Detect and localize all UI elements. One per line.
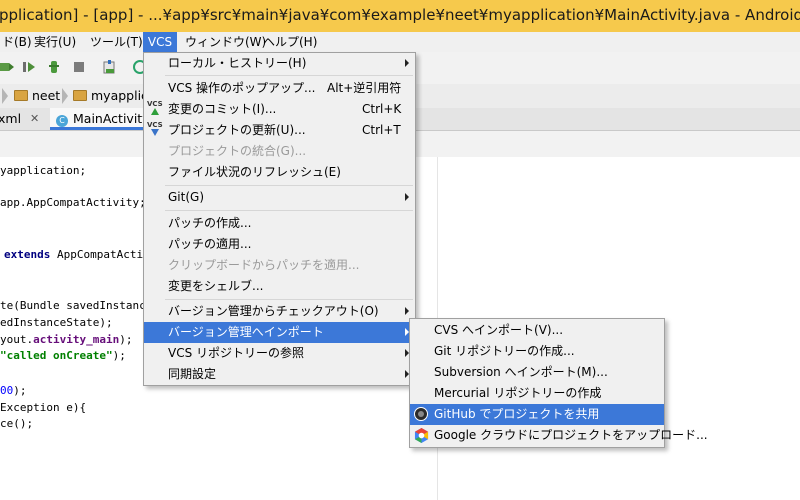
debug-icon[interactable] [0, 60, 14, 74]
github-icon [414, 407, 428, 421]
code-line: te(Bundle savedInstanceS [0, 299, 159, 312]
menu-item-apply-patch[interactable]: パッチの適用... [144, 234, 415, 255]
code-line: edInstanceState); [0, 316, 113, 329]
stop-icon[interactable] [72, 60, 86, 74]
menu-item-refresh-file-status[interactable]: ファイル状況のリフレッシュ(E) [144, 162, 415, 183]
menu-item-create-git-repository[interactable]: Git リポジトリーの作成... [410, 341, 664, 362]
run-tests-icon[interactable] [47, 60, 61, 74]
submenu-arrow-icon [405, 193, 409, 201]
breadcrumb-separator-icon [62, 88, 68, 104]
code-line: ce(); [0, 417, 34, 430]
menu-item-commit-changes[interactable]: VCS 変更のコミット(I)... Ctrl+K [144, 99, 415, 120]
menu-item-local-history[interactable]: ローカル・ヒストリー(H) [144, 53, 415, 74]
code-line: app.AppCompatActivity; [0, 196, 146, 209]
import-into-vcs-submenu: CVS へインポート(V)... Git リポジトリーの作成... Subver… [409, 318, 708, 448]
vcs-commit-icon: VCS [147, 100, 163, 118]
code-line: "called onCreate"); [0, 349, 126, 362]
breadcrumb-item-myapplication[interactable]: myapplic [73, 84, 148, 108]
menu-item-share-project-on-github[interactable]: GitHub でプロジェクトを共用 [410, 404, 664, 425]
menu-help[interactable]: ヘルプ(H) [259, 32, 321, 52]
code-line: yout.activity_main); [0, 333, 133, 346]
vcs-menu: ローカル・ヒストリー(H) VCS 操作のポップアップ... Alt+逆引用符 V… [143, 52, 416, 386]
breadcrumb-separator-icon [2, 88, 8, 104]
window-title-bar[interactable]: pplication] - [app] - ...¥app¥src¥main¥j… [0, 0, 800, 32]
menu-item-create-mercurial-repository[interactable]: Mercurial リポジトリーの作成 [410, 383, 664, 404]
menu-item-integrate-project: プロジェクトの統合(G)... [168, 144, 307, 158]
google-cloud-icon [414, 428, 429, 443]
menu-separator [165, 185, 413, 186]
menu-item-git[interactable]: Git(G) [144, 187, 415, 208]
breadcrumb-item-neet[interactable]: neet [14, 84, 60, 108]
folder-icon [14, 90, 28, 101]
menu-item-import-into-subversion[interactable]: Subversion へインポート(M)... [410, 362, 664, 383]
menu-separator [165, 299, 413, 300]
submenu-arrow-icon [405, 59, 409, 67]
menu-item-upload-to-google-cloud[interactable]: Google クラウドにプロジェクトをアップロード... [410, 425, 708, 446]
menu-item-update-project[interactable]: VCS プロジェクトの更新(U)... Ctrl+T [144, 120, 415, 141]
sdk-manager-icon[interactable] [103, 60, 117, 74]
menu-item-browse-vcs-repository[interactable]: VCS リポジトリーの参照 [144, 343, 415, 364]
submenu-arrow-icon [405, 307, 409, 315]
menu-item-apply-patch-from-clipboard: クリップボードからパッチを適用... [168, 258, 360, 272]
tab-activity-main-xml[interactable]: xml ✕ [0, 108, 44, 130]
menu-run[interactable]: 実行(U) [30, 32, 80, 52]
menu-item-import-into-cvs[interactable]: CVS へインポート(V)... [410, 320, 664, 341]
code-line: extends AppCompatActiv [4, 248, 150, 261]
menu-separator [165, 75, 413, 76]
menu-item-import-into-vcs[interactable]: バージョン管理へインポート [144, 322, 415, 343]
code-line: Exception e){ [0, 401, 87, 414]
attach-debugger-icon[interactable] [22, 60, 36, 74]
vcs-update-icon: VCS [147, 121, 163, 139]
menu-item-create-patch[interactable]: パッチの作成... [144, 213, 415, 234]
window-title: pplication] - [app] - ...¥app¥src¥main¥j… [0, 6, 800, 24]
folder-icon [73, 90, 87, 101]
menu-tools[interactable]: ツール(T) [86, 32, 147, 52]
code-line: yapplication; [0, 164, 87, 177]
tab-close-icon[interactable]: ✕ [30, 108, 39, 130]
menu-window[interactable]: ウィンドウ(W) [181, 32, 270, 52]
menu-item-vcs-operations-popup[interactable]: VCS 操作のポップアップ... Alt+逆引用符 [144, 78, 415, 99]
menu-bar: ド(B) 実行(U) ツール(T) VCS ウィンドウ(W) ヘルプ(H) [0, 32, 800, 52]
java-class-icon: C [56, 115, 68, 127]
menu-item-sync-settings[interactable]: 同期設定 [144, 364, 415, 385]
menu-item-shelve-changes[interactable]: 変更をシェルブ... [144, 276, 415, 297]
code-line: 00); [0, 384, 27, 397]
menu-separator [165, 210, 413, 211]
tab-main-activity[interactable]: C MainActivity [50, 108, 150, 130]
menu-item-checkout-from-vcs[interactable]: バージョン管理からチェックアウト(O) [144, 301, 415, 322]
menu-vcs[interactable]: VCS [143, 32, 177, 52]
